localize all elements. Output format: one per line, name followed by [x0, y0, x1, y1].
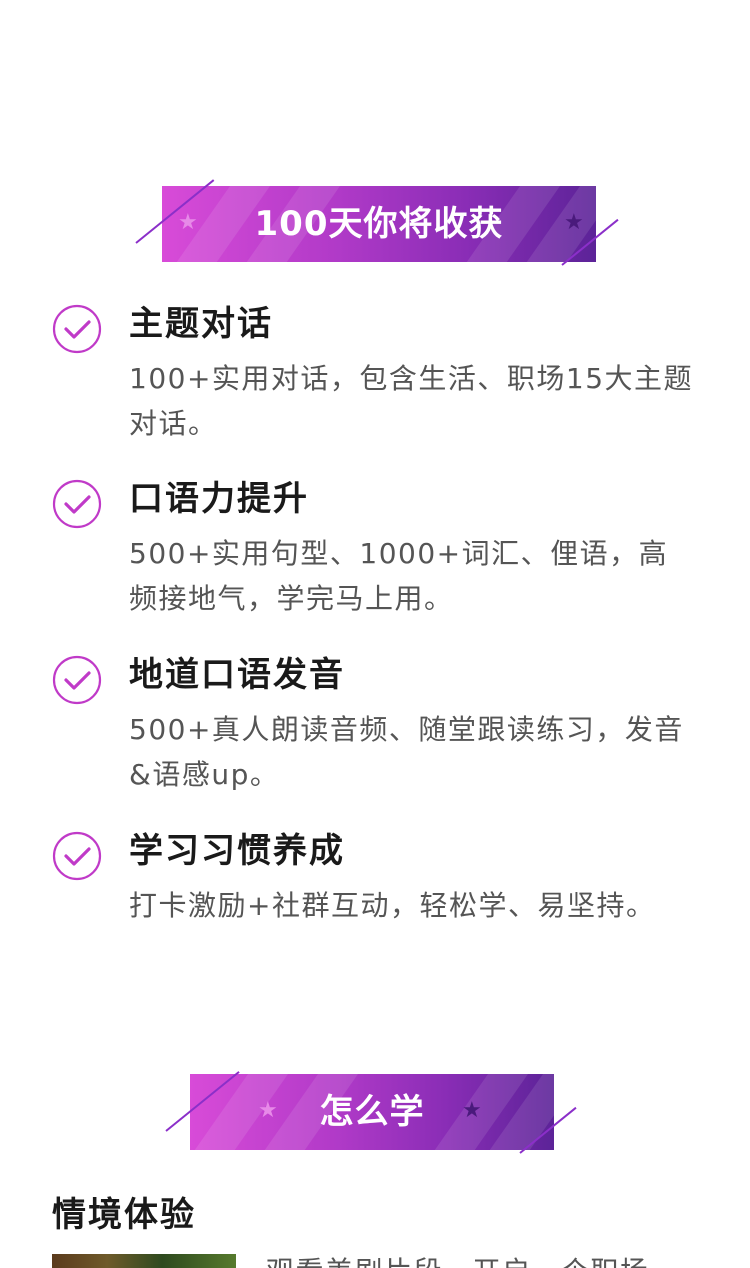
benefit-item: 学习习惯养成 打卡激励+社群互动，轻松学、易坚持。	[52, 829, 702, 929]
benefits-banner: ★ ★ 100天你将收获	[135, 176, 619, 268]
banner-title: 怎么学	[319, 1092, 425, 1132]
check-circle-icon	[52, 655, 102, 705]
section-heading: 情境体验	[52, 1195, 196, 1235]
benefit-heading: 主题对话	[129, 304, 273, 344]
benefit-item: 口语力提升 500+实用句型、1000+词汇、俚语，高频接地气，学完马上用。	[52, 477, 702, 617]
benefit-description: 100+实用对话，包含生活、职场15大主题对话。	[129, 362, 694, 440]
course-benefits-page: ★ ★ 100天你将收获 主题对话 100+实用对话，包含生活、职场15大主题对…	[0, 0, 750, 1268]
check-circle-icon	[52, 831, 102, 881]
benefit-heading: 地道口语发音	[129, 655, 345, 695]
benefit-description: 打卡激励+社群互动，轻松学、易坚持。	[129, 889, 656, 922]
check-circle-icon	[52, 304, 102, 354]
video-thumbnail[interactable]	[52, 1254, 236, 1268]
benefit-heading: 学习习惯养成	[129, 831, 345, 871]
banner-title: 100天你将收获	[254, 204, 504, 244]
section-description: 观看美剧片段，开启一个职场	[266, 1252, 650, 1268]
check-circle-icon	[52, 479, 102, 529]
benefit-item: 地道口语发音 500+真人朗读音频、随堂跟读练习，发音&语感up。	[52, 653, 702, 793]
how-to-learn-banner: ★ ★ 怎么学	[165, 1064, 577, 1156]
benefit-description: 500+实用句型、1000+词汇、俚语，高频接地气，学完马上用。	[129, 537, 669, 615]
benefit-heading: 口语力提升	[129, 479, 309, 519]
benefit-description: 500+真人朗读音频、随堂跟读练习，发音&语感up。	[129, 713, 684, 791]
benefit-item: 主题对话 100+实用对话，包含生活、职场15大主题对话。	[52, 302, 702, 442]
